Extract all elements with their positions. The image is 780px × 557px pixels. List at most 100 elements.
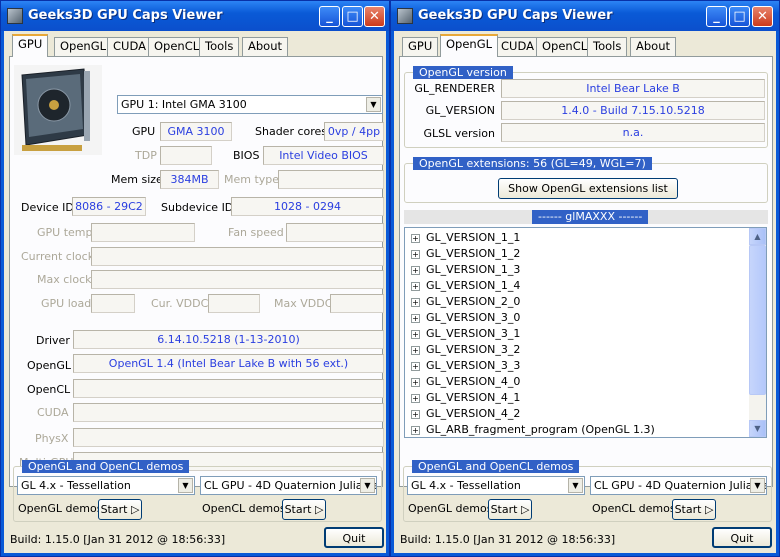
- maximize-icon[interactable]: □: [342, 6, 363, 27]
- demos-group: OpenGL and OpenCL demos GL 4.x - Tessell…: [403, 460, 772, 522]
- opengl-start-button[interactable]: Start ▷: [488, 499, 532, 520]
- client-area: GPU OpenGL CUDA OpenCL Tools About OpenG…: [394, 31, 776, 553]
- opencl-demo-select[interactable]: CL GPU - 4D Quaternion Julia Se ▼: [590, 476, 767, 495]
- tree-item[interactable]: + GL_VERSION_1_3: [405, 262, 749, 278]
- tree-item[interactable]: + GL_VERSION_1_2: [405, 246, 749, 262]
- opengl-version-title: OpenGL version: [413, 66, 513, 79]
- gpu-temp-label: GPU temp: [37, 226, 93, 239]
- tree-item[interactable]: + GL_VERSION_3_3: [405, 358, 749, 374]
- tab-opengl[interactable]: OpenGL: [54, 37, 113, 56]
- cuda-label: CUDA: [37, 406, 69, 419]
- minimize-icon[interactable]: _: [319, 6, 340, 27]
- expand-icon[interactable]: +: [411, 410, 420, 419]
- opencl-start-button[interactable]: Start ▷: [282, 499, 326, 520]
- chevron-down-icon[interactable]: ▼: [178, 478, 193, 493]
- opencl-demos-label: OpenCL demos: [592, 502, 676, 515]
- tree-item[interactable]: + GL_VERSION_4_1: [405, 390, 749, 406]
- scroll-down-icon[interactable]: ▼: [749, 420, 766, 437]
- expand-icon[interactable]: +: [411, 362, 420, 371]
- opengl-start-label: Start: [100, 503, 128, 516]
- tree-item[interactable]: + GL_VERSION_2_0: [405, 294, 749, 310]
- chevron-down-icon[interactable]: ▼: [568, 478, 583, 493]
- tree-item[interactable]: + GL_VERSION_4_0: [405, 374, 749, 390]
- title-bar[interactable]: Geeks3D GPU Caps Viewer _ □ ✕: [391, 1, 779, 31]
- fan-speed-value: [286, 223, 384, 242]
- tree-item-label: GL_VERSION_4_1: [426, 391, 521, 404]
- window-title: Geeks3D GPU Caps Viewer: [418, 8, 613, 23]
- opengl-demo-select[interactable]: GL 4.x - Tessellation ▼: [17, 476, 195, 495]
- chevron-down-icon[interactable]: ▼: [366, 97, 381, 112]
- tree-item-label: GL_VERSION_3_1: [426, 327, 521, 340]
- opencl-demo-select[interactable]: CL GPU - 4D Quaternion Julia Se ▼: [200, 476, 377, 495]
- shader-cores-value: 0vp / 4pp: [324, 122, 384, 141]
- expand-icon[interactable]: +: [411, 282, 420, 291]
- device-id-value: 8086 - 29C2: [72, 197, 146, 216]
- expand-icon[interactable]: +: [411, 426, 420, 435]
- chevron-down-icon[interactable]: ▼: [750, 478, 765, 493]
- tab-opencl[interactable]: OpenCL: [536, 37, 594, 56]
- tree-item[interactable]: + GL_ARB_fragment_program (OpenGL 1.3): [405, 422, 749, 437]
- bios-value: Intel Video BIOS: [263, 146, 384, 165]
- gl-version-label: GL_VERSION: [425, 104, 495, 117]
- tree-item[interactable]: + GL_VERSION_1_1: [405, 230, 749, 246]
- glsl-version-value: n.a.: [501, 123, 765, 142]
- quit-button[interactable]: Quit: [324, 527, 384, 548]
- show-extensions-button[interactable]: Show OpenGL extensions list: [498, 178, 678, 199]
- opencl-start-button[interactable]: Start ▷: [672, 499, 716, 520]
- mem-size-label: Mem size: [111, 173, 163, 186]
- tab-cuda[interactable]: CUDA: [107, 37, 152, 56]
- tab-tools[interactable]: Tools: [199, 37, 240, 56]
- tree-item-label: GL_VERSION_4_0: [426, 375, 521, 388]
- max-clock-value: [91, 270, 384, 289]
- chevron-down-icon[interactable]: ▼: [360, 478, 375, 493]
- vertical-scrollbar[interactable]: ▲ ▼: [749, 228, 766, 437]
- gl-renderer-label: GL_RENDERER: [414, 82, 495, 95]
- scroll-up-icon[interactable]: ▲: [749, 228, 766, 245]
- opengl-demo-select[interactable]: GL 4.x - Tessellation ▼: [407, 476, 585, 495]
- tab-tools[interactable]: Tools: [587, 37, 628, 56]
- expand-icon[interactable]: +: [411, 266, 420, 275]
- opengl-label: OpenGL: [27, 359, 72, 372]
- tab-cuda[interactable]: CUDA: [495, 37, 540, 56]
- title-bar[interactable]: Geeks3D GPU Caps Viewer _ □ ✕: [1, 1, 389, 31]
- gpu-select[interactable]: GPU 1: Intel GMA 3100 ▼: [117, 95, 383, 114]
- expand-icon[interactable]: +: [411, 250, 420, 259]
- opengl-demos-label: OpenGL demos: [408, 502, 493, 515]
- tab-gpu[interactable]: GPU: [12, 34, 49, 57]
- tab-about[interactable]: About: [630, 37, 677, 56]
- maximize-icon[interactable]: □: [729, 6, 750, 27]
- expand-icon[interactable]: +: [411, 378, 420, 387]
- tab-about[interactable]: About: [242, 37, 289, 56]
- build-info: Build: 1.15.0 [Jan 31 2012 @ 18:56:33]: [10, 533, 226, 546]
- gl-renderer-value: Intel Bear Lake B: [501, 79, 765, 98]
- tree-item[interactable]: + GL_VERSION_1_4: [405, 278, 749, 294]
- tree-item[interactable]: + GL_VERSION_3_0: [405, 310, 749, 326]
- close-icon[interactable]: ✕: [364, 6, 385, 27]
- tree-item[interactable]: + GL_VERSION_4_2: [405, 406, 749, 422]
- expand-icon[interactable]: +: [411, 394, 420, 403]
- opengl-panel: OpenGL version GL_RENDERER Intel Bear La…: [399, 56, 773, 487]
- tree-item[interactable]: + GL_VERSION_3_1: [405, 326, 749, 342]
- opengl-start-button[interactable]: Start ▷: [98, 499, 142, 520]
- expand-icon[interactable]: +: [411, 298, 420, 307]
- tab-gpu[interactable]: GPU: [402, 37, 439, 56]
- close-icon[interactable]: ✕: [752, 6, 773, 27]
- scroll-thumb[interactable]: [749, 245, 766, 395]
- expand-icon[interactable]: +: [411, 346, 420, 355]
- tree-item-label: GL_VERSION_3_2: [426, 343, 521, 356]
- expand-icon[interactable]: +: [411, 330, 420, 339]
- tab-opencl[interactable]: OpenCL: [148, 37, 206, 56]
- expand-icon[interactable]: +: [411, 234, 420, 243]
- tree-item-label: GL_ARB_fragment_program (OpenGL 1.3): [426, 423, 655, 436]
- glmaxxx-header: ------ glMAXXX ------: [532, 210, 649, 224]
- quit-button[interactable]: Quit: [712, 527, 772, 548]
- device-id-label: Device ID: [21, 201, 74, 214]
- tab-opengl[interactable]: OpenGL: [440, 34, 499, 57]
- physx-label: PhysX: [35, 432, 69, 445]
- tree-item[interactable]: + GL_VERSION_3_2: [405, 342, 749, 358]
- expand-icon[interactable]: +: [411, 314, 420, 323]
- gpu-card-image: [14, 65, 102, 155]
- minimize-icon[interactable]: _: [706, 6, 727, 27]
- gl-limits-tree[interactable]: + GL_VERSION_1_1 + GL_VERSION_1_2 + GL_VERSIO…: [404, 227, 767, 438]
- subdevice-id-value: 1028 - 0294: [231, 197, 384, 216]
